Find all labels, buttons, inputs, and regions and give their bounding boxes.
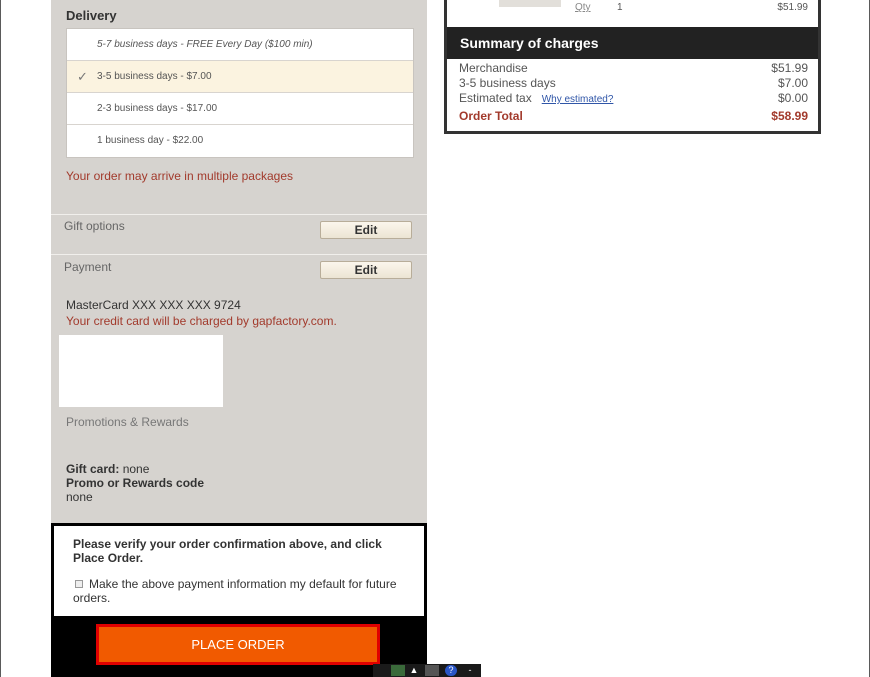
summary-heading: Summary of charges [447,27,818,59]
default-payment-label: Make the above payment information my de… [73,577,397,605]
default-payment-checkbox[interactable] [75,580,83,588]
gift-options-edit-button[interactable]: Edit [320,221,412,239]
order-total-label: Order Total [459,109,523,123]
summary-row-shipping: 3-5 business days $7.00 [459,77,808,90]
checkmark-icon: ✓ [77,69,88,84]
gift-options-label: Gift options [64,219,125,233]
summary-row-total: Order Total $58.99 [459,110,808,123]
place-order-panel: Please verify your order confirmation ab… [51,523,427,677]
place-order-button[interactable]: PLACE ORDER [96,624,380,665]
promotions-frame [59,335,223,407]
delivery-option-5-7-days[interactable]: 5-7 business days - FREE Every Day ($100… [67,29,413,61]
order-summary-panel: Qty 1 $51.99 Summary of charges Merchand… [444,0,821,134]
gift-card-label: Gift card: [66,462,120,476]
keyboard-icon[interactable] [425,665,439,676]
delivery-option-label: 1 business day - $22.00 [97,135,204,146]
cart-item-row: Qty 1 $51.99 [447,0,818,26]
delivery-heading: Delivery [66,8,117,23]
quantity-label[interactable]: Qty [575,2,591,13]
summary-row-value: $51.99 [771,61,808,75]
card-number-line: MasterCard XXX XXX XXX 9724 [66,298,241,312]
promotions-rewards-label: Promotions & Rewards [66,415,189,429]
summary-row-label: Estimated tax [459,91,532,105]
summary-row-label: 3-5 business days [459,76,556,90]
delivery-option-2-3-days[interactable]: 2-3 business days - $17.00 [67,93,413,125]
summary-row-value: $0.00 [777,91,808,105]
minimize-icon[interactable]: - [465,665,475,676]
divider [51,254,427,255]
quantity-value: 1 [617,2,623,13]
divider [51,214,427,215]
taskbar-tray: ▲ ? - [373,664,481,677]
help-icon[interactable]: ? [445,665,457,676]
payment-label: Payment [64,260,112,274]
summary-row-merchandise: Merchandise $51.99 [459,62,808,75]
warning-icon[interactable]: ▲ [407,665,421,676]
network-icon[interactable] [391,665,405,676]
delivery-option-3-5-days[interactable]: ✓ 3-5 business days - $7.00 [67,61,413,93]
why-estimated-link[interactable]: Why estimated? [542,94,614,105]
product-thumbnail[interactable] [499,0,561,7]
delivery-option-label: 2-3 business days - $17.00 [97,103,218,114]
payment-edit-button[interactable]: Edit [320,261,412,279]
default-payment-option: Make the above payment information my de… [73,577,413,605]
multiple-packages-note: Your order may arrive in multiple packag… [66,169,293,183]
promo-code-label: Promo or Rewards code [66,476,205,490]
summary-row-value: $7.00 [777,76,808,90]
confirm-message-box: Please verify your order confirmation ab… [54,526,424,616]
delivery-option-label: 5-7 business days - FREE Every Day ($100… [97,39,313,50]
summary-row-tax: Estimated tax Why estimated? $0.00 [459,92,808,106]
order-total-value: $58.99 [771,109,808,123]
delivery-option-1-day[interactable]: 1 business day - $22.00 [67,125,413,157]
gift-card-summary: Gift card: none Promo or Rewards code no… [66,462,204,504]
delivery-options-list: 5-7 business days - FREE Every Day ($100… [66,28,414,158]
page-frame: Delivery 5-7 business days - FREE Every … [0,0,870,677]
promo-code-value: none [66,490,93,504]
summary-row-label: Merchandise [459,61,528,75]
item-price: $51.99 [777,2,808,13]
delivery-option-label: 3-5 business days - $7.00 [97,71,212,82]
card-charge-note: Your credit card will be charged by gapf… [66,314,337,328]
gift-card-value: none [122,462,150,476]
verify-order-text: Please verify your order confirmation ab… [73,537,382,565]
